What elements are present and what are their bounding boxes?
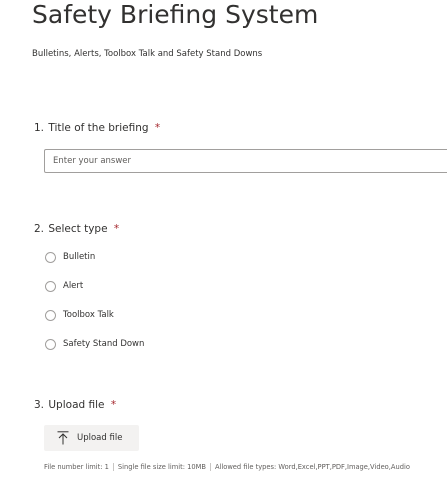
question-3-title: 3. Upload file * [34, 398, 116, 412]
question-text: Upload file [48, 399, 105, 411]
radio-button[interactable] [45, 309, 56, 321]
required-mark: * [110, 399, 117, 411]
question-text: Select type [48, 223, 108, 235]
radio-label: Bulletin [63, 252, 96, 262]
form-description: Bulletins, Alerts, Toolbox Talk and Safe… [32, 49, 263, 59]
radio-option-safety-stand-down[interactable]: Safety Stand Down [45, 337, 144, 351]
question-number: 3. [34, 399, 45, 411]
briefing-title-input[interactable] [44, 149, 447, 173]
radio-button[interactable] [45, 280, 56, 292]
radio-label: Safety Stand Down [63, 339, 145, 349]
question-2-title: 2. Select type * [34, 222, 119, 236]
form-title: Safety Briefing System [32, 0, 319, 29]
radio-button[interactable] [45, 338, 56, 350]
required-mark: * [154, 122, 161, 134]
divider [209, 463, 211, 471]
upload-file-button[interactable]: Upload file [44, 425, 139, 451]
radio-option-toolbox-talk[interactable]: Toolbox Talk [45, 308, 114, 322]
radio-label: Toolbox Talk [63, 310, 114, 320]
radio-option-alert[interactable]: Alert [45, 279, 83, 293]
file-size-limit: Single file size limit: 10MB [117, 463, 206, 471]
radio-button[interactable] [45, 251, 56, 263]
upload-button-label: Upload file [77, 433, 123, 443]
file-number-limit: File number limit: 1 [44, 463, 109, 471]
question-number: 1. [34, 122, 45, 134]
radio-label: Alert [63, 281, 84, 291]
question-number: 2. [34, 223, 45, 235]
question-1-title: 1. Title of the briefing * [34, 121, 160, 135]
radio-option-bulletin[interactable]: Bulletin [45, 250, 95, 264]
required-mark: * [113, 223, 120, 235]
allowed-file-types: Allowed file types: Word,Excel,PPT,PDF,I… [214, 463, 410, 471]
file-limits: File number limit: 1 Single file size li… [44, 462, 410, 472]
question-text: Title of the briefing [48, 122, 149, 134]
divider [112, 463, 114, 471]
upload-icon [57, 431, 69, 445]
